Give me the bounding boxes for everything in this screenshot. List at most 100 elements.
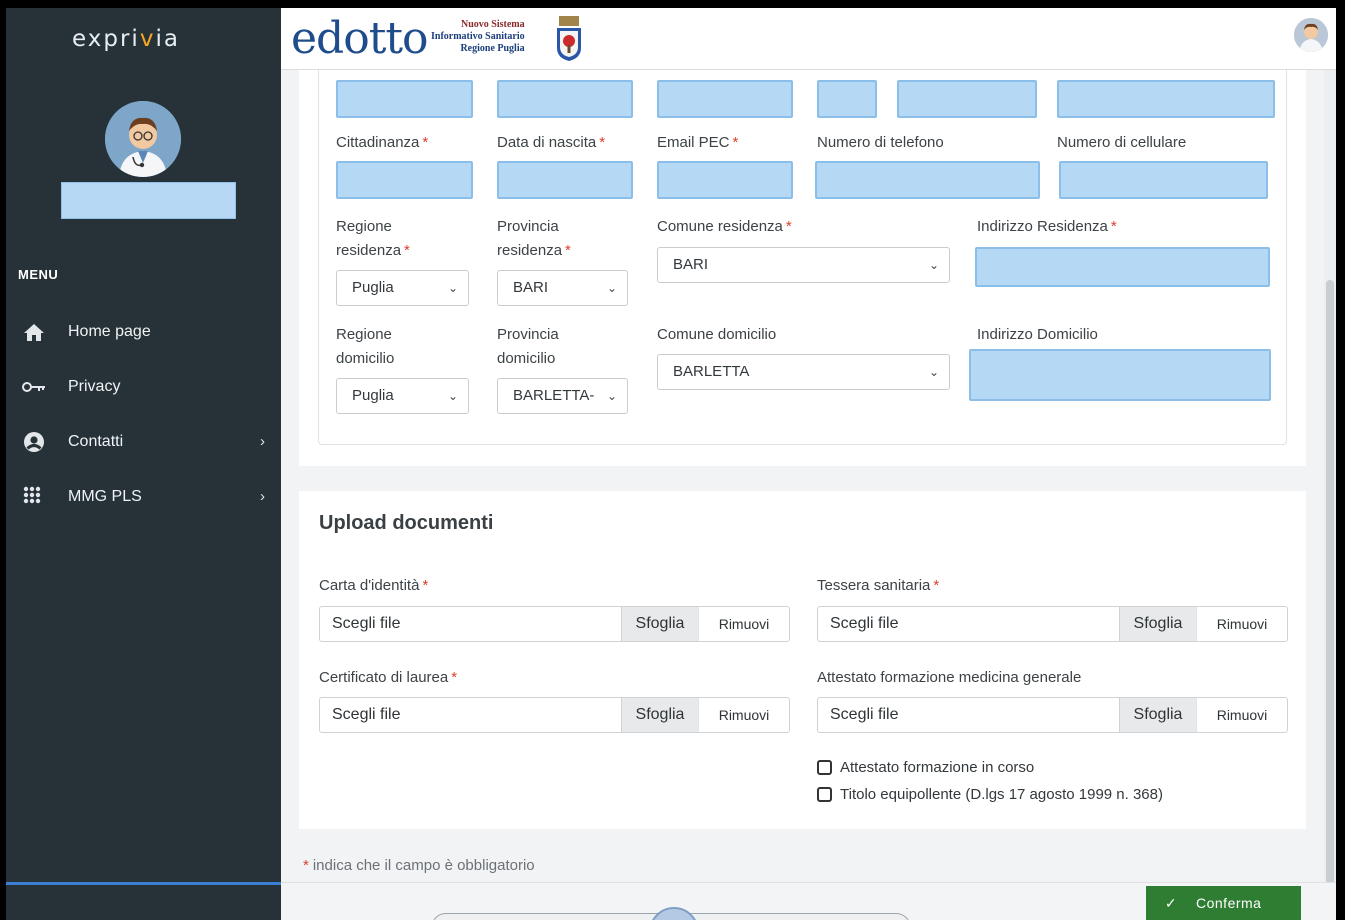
label-carta-identita-text: Carta d'identità — [319, 577, 420, 594]
required-note-text: indica che il campo è obbligatorio — [312, 857, 535, 874]
indirizzo-residenza-input[interactable] — [975, 247, 1270, 287]
checkbox-label: Attestato formazione in corso — [840, 759, 1035, 776]
nav-item-privacy[interactable]: Privacy — [6, 367, 281, 407]
nav-item-contatti[interactable]: Contatti › — [6, 422, 281, 462]
username-field — [61, 182, 236, 219]
vertical-scrollbar[interactable] — [1324, 70, 1336, 920]
checkbox-attestato-in-corso[interactable]: Attestato formazione in corso — [817, 759, 1034, 776]
logo-prefix: expr — [72, 26, 132, 52]
browse-button[interactable]: Sfoglia — [1119, 607, 1196, 641]
tessera-sanitaria-file-input[interactable]: Scegli file Sfoglia Rimuovi — [817, 606, 1288, 642]
provincia-residenza-select[interactable]: BARI ⌄ — [497, 270, 628, 306]
logo-accent: v — [139, 26, 156, 52]
upload-documents-card: Upload documenti Carta d'identità * Scegl… — [299, 491, 1306, 829]
certificato-laurea-file-input[interactable]: Scegli file Sfoglia Rimuovi — [319, 697, 790, 733]
checkbox-box[interactable] — [817, 760, 832, 775]
check-icon: ✓ — [1164, 894, 1178, 911]
label-certificato-laurea-text: Certificato di laurea — [319, 669, 449, 686]
remove-button[interactable]: Rimuovi — [1196, 607, 1287, 641]
label-indirizzo-domicilio: Indirizzo Domicilio — [977, 326, 1098, 343]
required-mark: * — [785, 218, 792, 235]
required-mark: * — [404, 242, 410, 259]
label-telefono: Numero di telefono — [817, 134, 944, 151]
indirizzo-domicilio-input[interactable] — [969, 349, 1271, 401]
required-mark: * — [732, 134, 739, 151]
browse-button[interactable]: Sfoglia — [1119, 698, 1196, 732]
file-placeholder: Scegli file — [830, 615, 899, 632]
required-note: * indica che il campo è obbligatorio — [303, 857, 535, 874]
sidebar: exprivia MENU Home page Privacy Contatti… — [6, 8, 281, 920]
label-attestato-formazione: Attestato formazione medicina generale — [817, 669, 1082, 686]
confirm-button[interactable]: ✓ Conferma — [1146, 886, 1301, 920]
label-comune-domicilio: Comune domicilio — [657, 326, 777, 343]
chevron-down-icon: ⌄ — [606, 281, 617, 295]
input-top-6[interactable] — [1057, 80, 1275, 118]
comune-residenza-select[interactable]: BARI ⌄ — [657, 247, 950, 283]
nav-label-mmg-pls: MMG PLS — [68, 488, 142, 505]
brand-sub-line2: Informativo Sanitario — [431, 31, 525, 42]
chevron-down-icon: ⌄ — [447, 389, 458, 403]
email-pec-input[interactable] — [657, 161, 793, 199]
label-email-pec: Email PEC * — [657, 131, 738, 155]
required-mark: * — [599, 134, 606, 151]
key-icon — [21, 381, 47, 393]
comune-domicilio-value: BARLETTA — [673, 363, 750, 380]
file-placeholder: Scegli file — [332, 615, 401, 632]
label-cittadinanza: Cittadinanza * — [336, 131, 428, 155]
provincia-domicilio-value: BARLETTA- — [513, 387, 595, 404]
brand-sub-line1: Nuovo Sistema — [460, 19, 525, 30]
remove-button[interactable]: Rimuovi — [1196, 698, 1287, 732]
label-provincia-residenza-text: Provincia residenza — [497, 218, 563, 259]
file-placeholder: Scegli file — [332, 706, 401, 723]
regione-residenza-select[interactable]: Puglia ⌄ — [336, 270, 469, 306]
label-provincia-domicilio: Provincia domicilio — [497, 326, 559, 367]
regione-domicilio-select[interactable]: Puglia ⌄ — [336, 378, 469, 414]
input-top-4[interactable] — [817, 80, 877, 118]
logo-suffix: ia — [155, 26, 180, 52]
input-top-3[interactable] — [657, 80, 793, 118]
upload-section-title: Upload documenti — [319, 512, 494, 534]
regione-domicilio-value: Puglia — [352, 387, 394, 404]
browse-button[interactable]: Sfoglia — [621, 607, 698, 641]
nav-item-home-page[interactable]: Home page — [6, 312, 281, 352]
data-nascita-input[interactable] — [497, 161, 633, 199]
main-content: Cittadinanza * Data di nascita * Email PEC… — [281, 70, 1324, 920]
input-top-5[interactable] — [897, 80, 1037, 118]
nav-label-contatti: Contatti — [68, 433, 124, 450]
logo-mid: i — [131, 26, 140, 52]
label-cellulare: Numero di cellulare — [1057, 134, 1187, 151]
comune-residenza-value: BARI — [673, 256, 709, 273]
doctor-avatar — [105, 101, 181, 177]
player-knob[interactable] — [649, 907, 699, 920]
cittadinanza-input[interactable] — [336, 161, 473, 199]
required-mark: * — [1110, 218, 1117, 235]
browse-button[interactable]: Sfoglia — [621, 698, 698, 732]
input-top-2[interactable] — [497, 80, 633, 118]
required-mark: * — [933, 577, 940, 594]
checkbox-box[interactable] — [817, 787, 832, 802]
user-avatar[interactable] — [1294, 18, 1328, 52]
nav-item-mmg-pls[interactable]: MMG PLS › — [6, 477, 281, 517]
label-comune-residenza: Comune residenza * — [657, 215, 792, 239]
grid-icon — [21, 486, 47, 508]
nav-label-privacy: Privacy — [68, 378, 121, 395]
regione-puglia-crest-icon — [555, 14, 583, 62]
input-top-1[interactable] — [336, 80, 473, 118]
provincia-residenza-value: BARI — [513, 279, 549, 296]
cellulare-input[interactable] — [1059, 161, 1268, 199]
required-mark: * — [422, 134, 429, 151]
personal-data-card: Cittadinanza * Data di nascita * Email PEC… — [299, 70, 1306, 466]
remove-button[interactable]: Rimuovi — [698, 698, 789, 732]
scrollbar-thumb[interactable] — [1326, 280, 1334, 920]
required-mark: * — [451, 669, 458, 686]
brand-sub-line3: Regione Puglia — [460, 43, 525, 54]
checkbox-titolo-equipollente[interactable]: Titolo equipollente (D.lgs 17 agosto 199… — [817, 786, 1163, 803]
attestato-formazione-file-input[interactable]: Scegli file Sfoglia Rimuovi — [817, 697, 1288, 733]
comune-domicilio-select[interactable]: BARLETTA ⌄ — [657, 354, 950, 390]
chevron-down-icon: ⌄ — [606, 389, 617, 403]
chevron-right-icon: › — [260, 433, 265, 450]
remove-button[interactable]: Rimuovi — [698, 607, 789, 641]
provincia-domicilio-select[interactable]: BARLETTA- ⌄ — [497, 378, 628, 414]
telefono-input[interactable] — [815, 161, 1040, 199]
carta-identita-file-input[interactable]: Scegli file Sfoglia Rimuovi — [319, 606, 790, 642]
